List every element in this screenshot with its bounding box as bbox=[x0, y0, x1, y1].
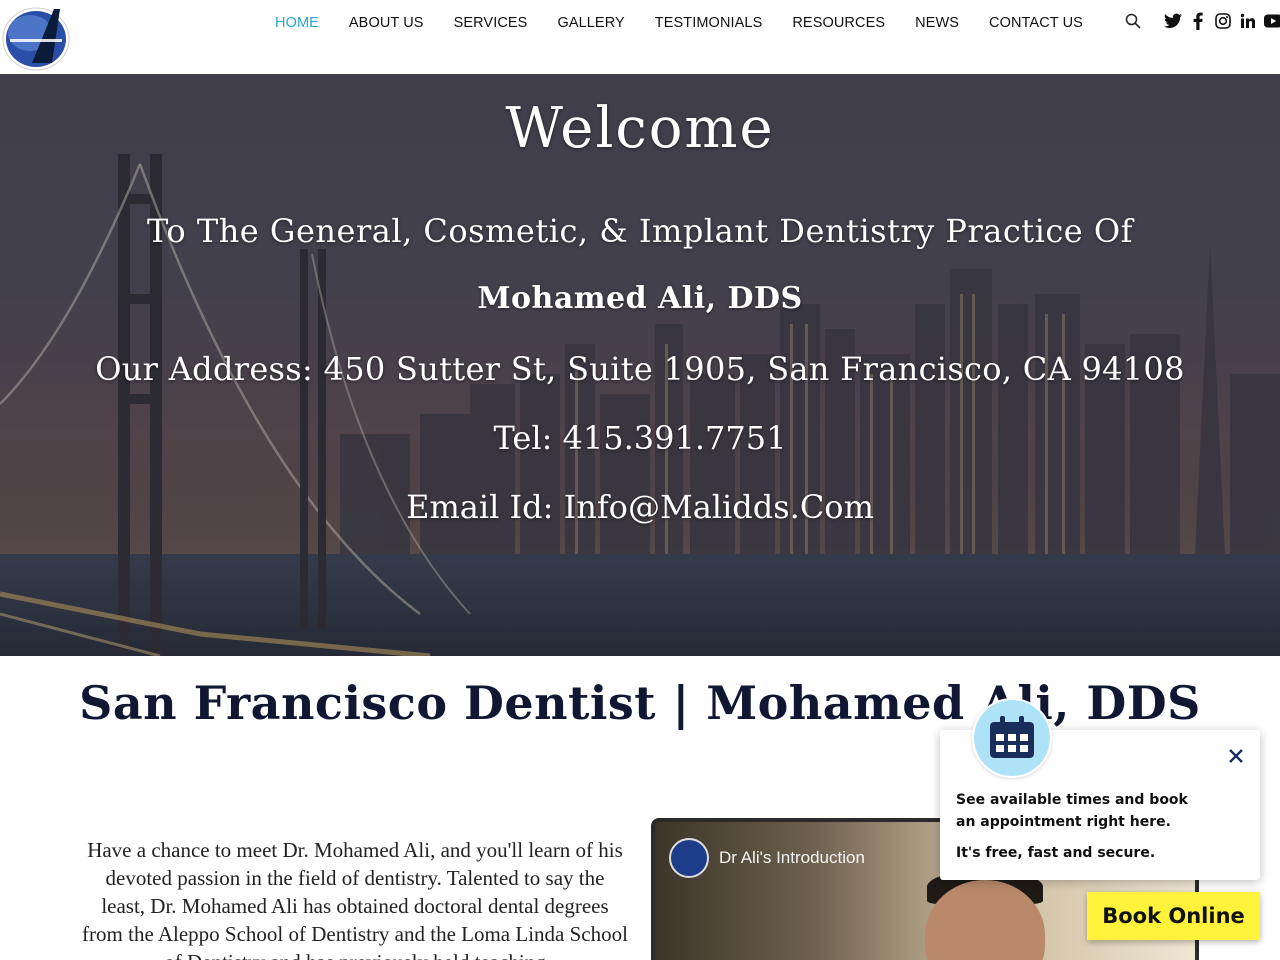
facebook-icon[interactable] bbox=[1189, 12, 1207, 30]
intro-paragraph: Have a chance to meet Dr. Mohamed Ali, a… bbox=[82, 838, 628, 960]
nav-resources[interactable]: RESOURCES bbox=[792, 15, 885, 31]
booking-message-line-3: It's free, fast and secure. bbox=[956, 845, 1156, 861]
practice-logo[interactable] bbox=[2, 3, 74, 71]
header-icons bbox=[1124, 12, 1280, 30]
twitter-icon[interactable] bbox=[1164, 12, 1182, 30]
linkedin-icon[interactable] bbox=[1239, 12, 1257, 30]
nav-news[interactable]: NEWS bbox=[915, 15, 959, 31]
instagram-icon[interactable] bbox=[1214, 12, 1232, 30]
channel-avatar-icon[interactable] bbox=[669, 838, 709, 878]
booking-calendar-badge bbox=[972, 698, 1052, 778]
booking-message-line-2: an appointment right here. bbox=[956, 814, 1171, 830]
page-title: San Francisco Dentist | Mohamed Ali, DDS bbox=[79, 676, 1201, 730]
hero-email[interactable]: Email Id: Info@Malidds.Com bbox=[0, 488, 1280, 526]
nav-about-us[interactable]: ABOUT US bbox=[349, 15, 424, 31]
close-icon[interactable] bbox=[1226, 746, 1246, 766]
site-header: HOME ABOUT US SERVICES GALLERY TESTIMONI… bbox=[0, 0, 1280, 74]
main-nav: HOME ABOUT US SERVICES GALLERY TESTIMONI… bbox=[275, 13, 1113, 33]
hero-telephone[interactable]: Tel: 415.391.7751 bbox=[0, 419, 1280, 457]
youtube-icon[interactable] bbox=[1264, 12, 1280, 30]
video-title[interactable]: Dr Ali's Introduction bbox=[719, 848, 865, 868]
nav-home[interactable]: HOME bbox=[275, 15, 319, 31]
hero-banner: Welcome To The General, Cosmetic, & Impl… bbox=[0, 74, 1280, 656]
calendar-icon bbox=[990, 716, 1034, 758]
nav-contact-us[interactable]: CONTACT US bbox=[989, 15, 1083, 31]
hero-address: Our Address: 450 Sutter St, Suite 1905, … bbox=[95, 350, 1185, 388]
book-online-button[interactable]: Book Online bbox=[1087, 892, 1260, 940]
search-icon[interactable] bbox=[1124, 12, 1142, 30]
hero-subtitle: To The General, Cosmetic, & Implant Dent… bbox=[147, 212, 1133, 250]
hero-doctor-name: Mohamed Ali, DDS bbox=[477, 281, 803, 316]
nav-gallery[interactable]: GALLERY bbox=[557, 15, 624, 31]
nav-testimonials[interactable]: TESTIMONIALS bbox=[655, 15, 763, 31]
hero-welcome-heading: Welcome bbox=[505, 96, 775, 161]
booking-message-line-1: See available times and book bbox=[956, 792, 1188, 808]
nav-services[interactable]: SERVICES bbox=[454, 15, 528, 31]
